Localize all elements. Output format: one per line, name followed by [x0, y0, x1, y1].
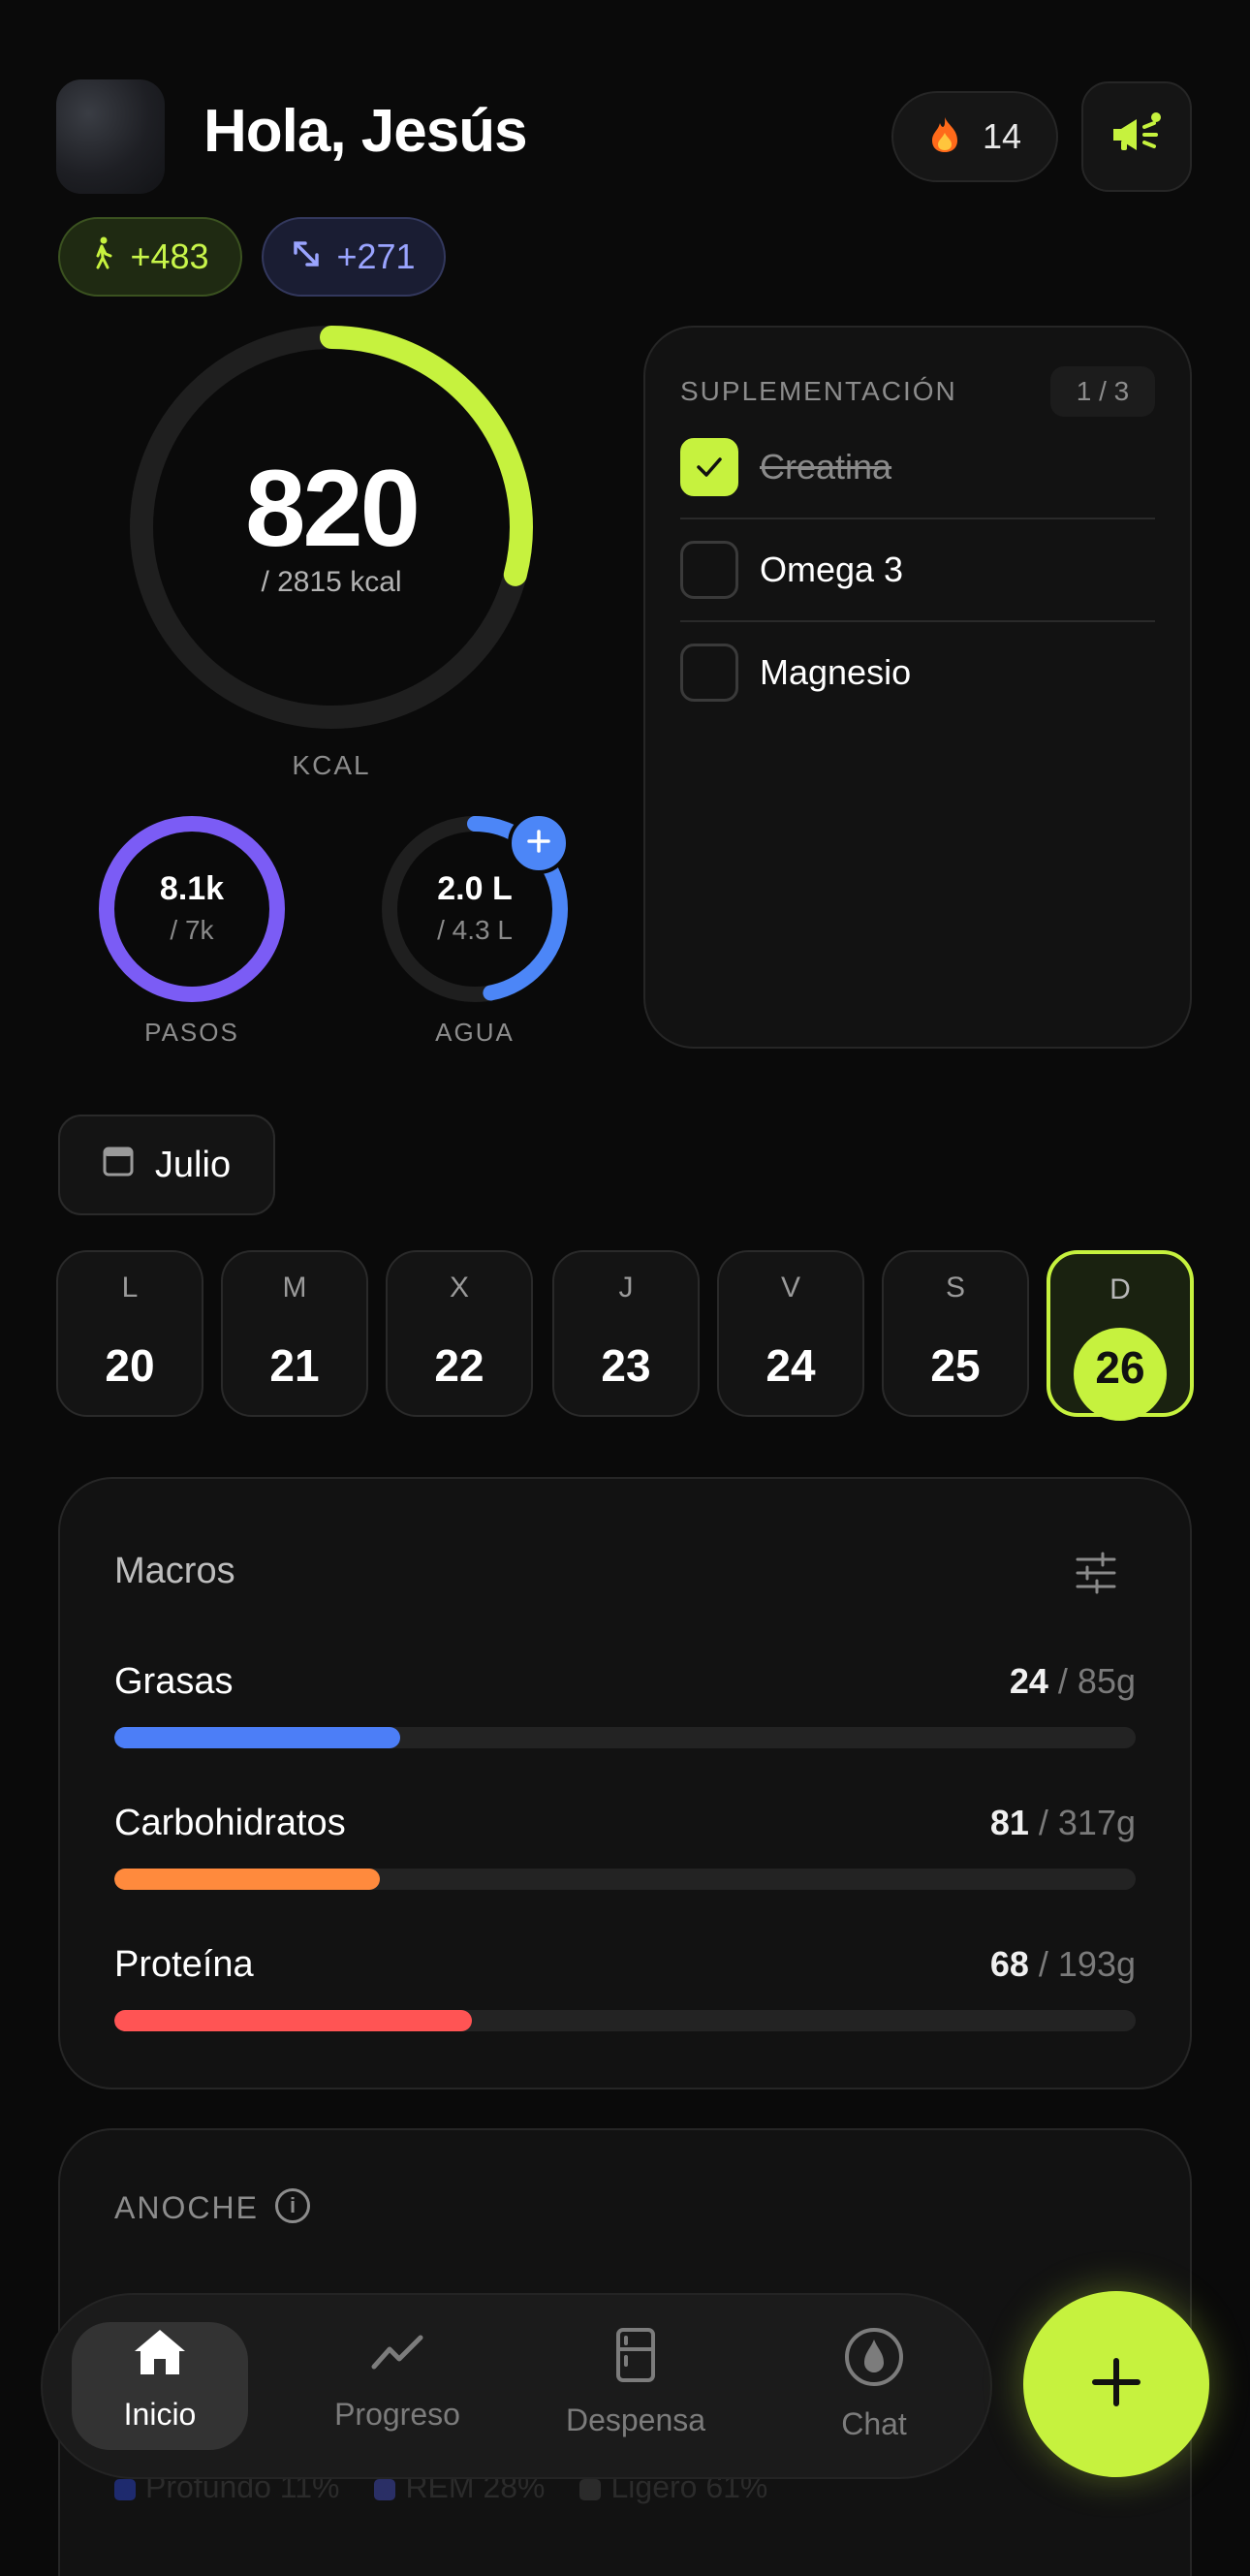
day-number: 25: [930, 1340, 981, 1391]
supplements-count: 1 / 3: [1050, 366, 1155, 417]
day-cell[interactable]: J 23: [552, 1250, 700, 1417]
steps-progress-arc: [99, 816, 285, 1002]
supplement-checkbox[interactable]: [680, 644, 738, 702]
water-label: AGUA: [435, 1018, 515, 1047]
flame-icon: [928, 115, 961, 159]
day-letter: S: [945, 1272, 965, 1304]
calories-goal: / 2815 kcal: [261, 566, 402, 598]
day-number: 23: [601, 1340, 651, 1391]
day-cell-selected[interactable]: D 26: [1047, 1250, 1194, 1421]
month-label: Julio: [154, 1144, 232, 1185]
macro-progress-track: [114, 2010, 1136, 2031]
plus-icon: [1087, 2353, 1145, 2416]
home-icon: [131, 2326, 189, 2383]
distance-delta-value: +271: [336, 236, 416, 276]
expand-arrows-icon: [292, 236, 321, 277]
day-number: 22: [434, 1340, 484, 1391]
day-cell[interactable]: M 21: [221, 1250, 368, 1417]
calories-label: KCAL: [292, 750, 371, 780]
supplement-checkbox[interactable]: [680, 438, 738, 496]
macro-name: Grasas: [114, 1661, 234, 1702]
day-number: 20: [105, 1340, 155, 1391]
macros-title: Macros: [114, 1551, 235, 1591]
megaphone-icon: [1108, 110, 1166, 165]
add-water-button[interactable]: [508, 812, 570, 874]
distance-delta-pill[interactable]: +271: [262, 217, 446, 297]
fridge-icon: [607, 2326, 665, 2389]
steps-value: 8.1k: [159, 870, 225, 907]
avatar[interactable]: [56, 79, 165, 194]
water-goal: / 4.3 L: [437, 915, 513, 945]
day-letter: J: [618, 1272, 634, 1304]
macro-value: 24 / 85g: [1009, 1661, 1136, 1701]
macro-progress-fill: [114, 2010, 472, 2031]
nav-label: Progreso: [334, 2397, 460, 2432]
day-number: 24: [766, 1340, 816, 1391]
check-icon: [695, 447, 724, 487]
supplement-checkbox[interactable]: [680, 541, 738, 599]
nav-item-chat[interactable]: Chat: [777, 2326, 971, 2452]
steps-delta-value: +483: [130, 236, 209, 276]
steps-ring[interactable]: [95, 812, 289, 1006]
streak-count: 14: [982, 116, 1022, 156]
day-letter: D: [1109, 1273, 1131, 1305]
macro-value: 81 / 317g: [989, 1803, 1136, 1842]
nav-label: Chat: [841, 2406, 907, 2441]
day-cell[interactable]: V 24: [717, 1250, 864, 1417]
nav-label: Inicio: [123, 2397, 197, 2432]
sliders-icon[interactable]: [1074, 1551, 1118, 1595]
macro-progress-fill: [114, 1869, 381, 1890]
steps-label: PASOS: [144, 1018, 239, 1047]
macro-name: Carbohidratos: [114, 1803, 346, 1843]
water-value: 2.0 L: [437, 870, 513, 907]
macro-progress-fill: [114, 1727, 401, 1748]
calendar-icon: [103, 1144, 134, 1186]
chat-icon: [843, 2326, 905, 2393]
supplement-name: Omega 3: [760, 550, 904, 589]
calories-value: 820: [245, 448, 421, 569]
macro-progress-track: [114, 1727, 1136, 1748]
nav-label: Despensa: [565, 2403, 706, 2437]
streak-badge[interactable]: 14: [891, 91, 1058, 182]
macro-progress-track: [114, 1869, 1136, 1890]
last-night-title: ANOCHE: [114, 2190, 259, 2225]
info-icon[interactable]: i: [275, 2188, 310, 2223]
day-number: 21: [269, 1340, 320, 1391]
supplement-item-omega-3[interactable]: Omega 3: [680, 519, 1155, 620]
supplement-name: Magnesio: [760, 652, 912, 692]
nav-item-inicio[interactable]: Inicio: [63, 2326, 257, 2452]
day-cell[interactable]: L 20: [56, 1250, 203, 1417]
day-letter: M: [282, 1272, 307, 1304]
day-cell[interactable]: S 25: [882, 1250, 1029, 1417]
walking-icon: [91, 236, 114, 278]
announcements-button[interactable]: [1081, 81, 1192, 192]
supplements-title: SUPLEMENTACIÓN: [680, 376, 957, 406]
macro-value: 68 / 193g: [989, 1944, 1136, 1984]
steps-delta-pill[interactable]: +483: [58, 217, 242, 297]
trend-icon: [368, 2326, 426, 2383]
month-selector-button[interactable]: Julio: [58, 1115, 275, 1215]
plus-icon: [526, 829, 551, 859]
supplement-item-magnesio[interactable]: Magnesio: [680, 622, 1155, 723]
day-letter: L: [121, 1272, 139, 1304]
macro-name: Proteína: [114, 1944, 254, 1985]
day-letter: X: [449, 1272, 469, 1304]
steps-goal: / 7k: [170, 915, 214, 945]
nav-item-despensa[interactable]: Despensa: [539, 2326, 733, 2452]
add-button[interactable]: [1023, 2291, 1209, 2477]
supplement-item-creatina[interactable]: Creatina: [680, 417, 1155, 518]
day-number: 26: [1095, 1342, 1145, 1393]
greeting-title: Hola, Jesús: [203, 98, 528, 165]
day-cell[interactable]: X 22: [386, 1250, 533, 1417]
supplement-name: Creatina: [760, 447, 892, 487]
nav-item-progreso[interactable]: Progreso: [300, 2326, 494, 2452]
day-letter: V: [780, 1272, 800, 1304]
